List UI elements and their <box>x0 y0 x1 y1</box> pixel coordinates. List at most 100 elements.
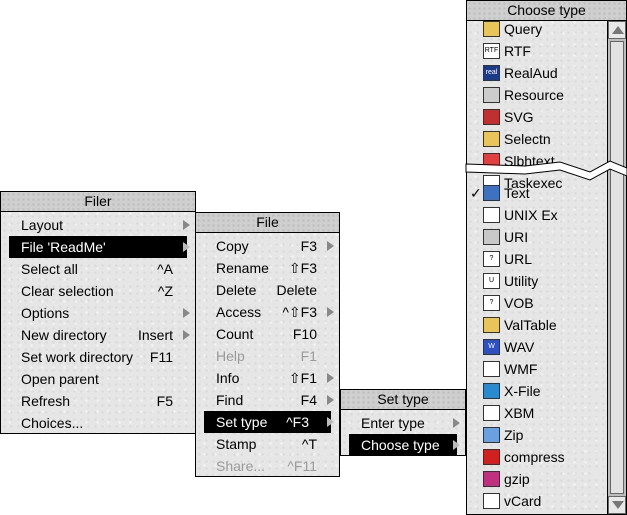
set-type-item-label: Choose type <box>361 437 440 453</box>
file-type-label: Text <box>504 185 530 201</box>
file-type-resource[interactable]: Resource <box>467 84 606 106</box>
resource-icon <box>483 87 500 103</box>
filer-item-shortcut: F5 <box>156 393 173 409</box>
file-item-stamp[interactable]: Stamp ^T <box>196 433 339 455</box>
file-item-shortcut: F10 <box>292 326 317 342</box>
file-item-shortcut: F1 <box>300 348 317 364</box>
file-type-vob[interactable]: ? VOB <box>467 292 606 314</box>
set-type-item-choose-type[interactable]: Choose type <box>349 434 460 456</box>
file-item-label: Rename <box>216 260 269 276</box>
file-item-shortcut: ⇧F3 <box>288 260 317 276</box>
realaudio-icon: real <box>483 65 500 81</box>
filer-item-file-readme[interactable]: File 'ReadMe' <box>9 236 190 258</box>
file-type-url[interactable]: ? URL <box>467 248 606 270</box>
file-type-text[interactable]: ✓ Text <box>467 182 606 204</box>
file-type-label: URL <box>504 251 533 267</box>
file-item-set-type[interactable]: Set type ^F3 <box>204 411 334 433</box>
file-type-compress[interactable]: compress <box>467 446 606 468</box>
submenu-arrow-icon <box>183 308 190 318</box>
set-type-item-enter-type[interactable]: Enter type <box>341 412 465 434</box>
filer-item-label: New directory <box>21 327 107 343</box>
file-type-svg[interactable]: SVG <box>467 106 606 128</box>
scrollbar-thumb[interactable] <box>610 41 624 494</box>
file-type-label: WAV <box>504 339 535 355</box>
filer-item-choices[interactable]: Choices... <box>1 412 195 434</box>
file-item-shortcut: ^F3 <box>286 414 309 430</box>
file-type-label: XBM <box>504 405 535 421</box>
file-submenu: File Copy F3 Rename ⇧F3 Delete Delete Access ^⇧… <box>195 212 340 477</box>
filer-item-options[interactable]: Options <box>1 302 195 324</box>
file-item-shortcut: ^F11 <box>287 458 317 474</box>
file-item-rename[interactable]: Rename ⇧F3 <box>196 257 339 279</box>
file-item-shortcut: F3 <box>300 238 317 254</box>
file-type-label: URI <box>504 229 529 245</box>
file-type-rtf[interactable]: RTF RTF <box>467 40 606 62</box>
filer-item-shortcut: ^Z <box>157 283 173 299</box>
file-submenu-items: Copy F3 Rename ⇧F3 Delete Delete Access ^⇧F3 Cou… <box>196 233 339 477</box>
file-type-xbm[interactable]: XBM <box>467 402 606 424</box>
set-type-submenu: Set type Enter type Choose type <box>340 389 466 456</box>
file-type-zip[interactable]: Zip <box>467 424 606 446</box>
vob-icon: ? <box>483 295 500 311</box>
file-type-utility[interactable]: U Utility <box>467 270 606 292</box>
file-type-uri[interactable]: URI <box>467 226 606 248</box>
filer-item-set-work-directory[interactable]: Set work directory F11 <box>1 346 195 368</box>
file-type-selectn[interactable]: Selectn <box>467 128 606 150</box>
file-item-info[interactable]: Info ⇧F1 <box>196 367 339 389</box>
file-item-delete[interactable]: Delete Delete <box>196 279 339 301</box>
file-type-label: X-File <box>504 383 541 399</box>
filer-menu-title[interactable]: Filer <box>1 192 195 212</box>
valtable-icon <box>483 317 500 333</box>
file-type-query[interactable]: Query <box>467 21 606 40</box>
gzip-icon <box>483 471 500 487</box>
wav-icon: W <box>483 339 500 355</box>
file-type-vcard[interactable]: vCard <box>467 490 606 512</box>
filer-item-clear-selection[interactable]: Clear selection ^Z <box>1 280 195 302</box>
file-type-realaud[interactable]: real RealAud <box>467 62 606 84</box>
filer-item-label: Set work directory <box>21 349 134 365</box>
file-type-label: RealAud <box>504 65 558 81</box>
wmf-icon <box>483 361 500 377</box>
set-type-submenu-title[interactable]: Set type <box>341 390 465 410</box>
filer-item-layout[interactable]: Layout <box>1 214 195 236</box>
filer-item-label: File 'ReadMe' <box>21 239 106 255</box>
filer-item-label: Layout <box>21 217 64 233</box>
submenu-arrow-icon <box>327 307 334 317</box>
file-item-label: Count <box>216 326 254 342</box>
file-type-wav[interactable]: W WAV <box>467 336 606 358</box>
file-item-copy[interactable]: Copy F3 <box>196 235 339 257</box>
vertical-scrollbar[interactable] <box>607 21 626 514</box>
filer-item-open-parent[interactable]: Open parent <box>1 368 195 390</box>
filer-item-label: Refresh <box>21 393 71 409</box>
file-item-find[interactable]: Find F4 <box>196 389 339 411</box>
file-type-label: VOB <box>504 295 534 311</box>
file-item-shortcut: ^⇧F3 <box>282 304 317 320</box>
submenu-arrow-icon <box>327 373 334 383</box>
arrow-down-icon <box>612 501 624 509</box>
file-type-label: Resource <box>504 87 564 103</box>
file-item-count[interactable]: Count F10 <box>196 323 339 345</box>
filer-item-label: Open parent <box>21 371 99 387</box>
x-file-icon <box>483 383 500 399</box>
file-type-unix-ex[interactable]: UNIX Ex <box>467 204 606 226</box>
file-item-help: Help F1 <box>196 345 339 367</box>
scroll-down-button[interactable] <box>608 496 626 514</box>
filer-item-new-directory[interactable]: New directory Insert <box>1 324 195 346</box>
url-icon: ? <box>483 251 500 267</box>
file-type-x-file[interactable]: X-File <box>467 380 606 402</box>
file-item-access[interactable]: Access ^⇧F3 <box>196 301 339 323</box>
file-type-gzip[interactable]: gzip <box>467 468 606 490</box>
filer-item-label: Clear selection <box>21 283 114 299</box>
choose-type-title[interactable]: Choose type <box>467 1 626 21</box>
scroll-up-button[interactable] <box>608 21 626 39</box>
file-type-label: Query <box>504 21 543 37</box>
file-type-wmf[interactable]: WMF <box>467 358 606 380</box>
file-type-valtable[interactable]: ValTable <box>467 314 606 336</box>
filer-item-select-all[interactable]: Select all ^A <box>1 258 195 280</box>
vcard-icon <box>483 493 500 509</box>
filer-item-refresh[interactable]: Refresh F5 <box>1 390 195 412</box>
filer-menu-items: Layout File 'ReadMe' Select all ^A Clear sel… <box>1 212 195 434</box>
file-submenu-title[interactable]: File <box>196 213 339 233</box>
filer-item-shortcut: F11 <box>149 349 173 365</box>
file-item-label: Help <box>216 348 245 364</box>
